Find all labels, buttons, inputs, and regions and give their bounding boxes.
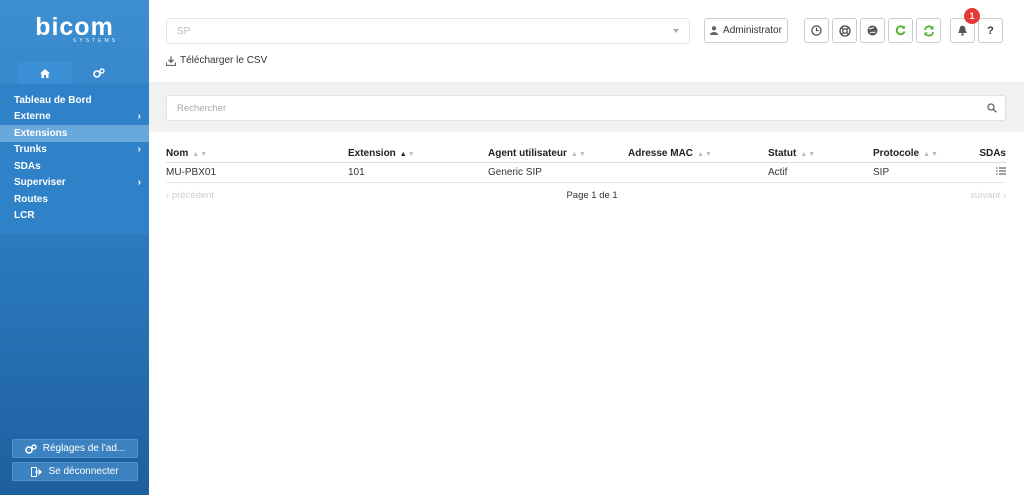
chevron-right-icon: › [137,177,141,189]
sidebar-item-label: Superviser [14,177,66,189]
cell-statut: Actif [768,167,788,178]
column-header-protocole[interactable]: Protocole ▲▼ [873,148,963,159]
reload-button[interactable] [888,18,913,43]
gears-icon [24,443,37,454]
prev-page-label: précédent [171,190,215,201]
column-header-extension[interactable]: Extension ▲▼ [348,148,488,159]
help-button[interactable]: ? [978,18,1003,43]
administrator-button[interactable]: Administrator [704,18,788,43]
sort-asc-icon: ▲▼ [399,151,416,158]
sort-icon: ▲▼ [800,151,817,158]
column-label: Agent utilisateur [488,148,567,159]
next-page-link[interactable]: suivant › [970,190,1006,201]
sidebar-item-sdas[interactable]: SDAs [0,158,149,175]
cell-extension: 101 [348,167,365,178]
sidebar-item-label: Routes [14,193,48,205]
cell-protocole: SIP [873,167,890,178]
sidebar-item-label: SDAs [14,160,41,172]
table-row[interactable]: MU-PBX01 101 Generic SIP Actif SIP [166,163,1006,183]
cell-nom: MU-PBX01 [166,167,217,178]
main-content: SP Administrator 1 ? Télécharger le CSV … [149,0,1024,495]
download-icon [166,56,176,66]
search-input[interactable]: Rechercher [166,95,1006,121]
list-icon[interactable] [996,167,1006,175]
tenant-select[interactable]: SP [166,18,690,44]
sidebar-item-routes[interactable]: Routes [0,191,149,208]
caret-down-icon [673,29,679,33]
clock-icon [811,25,822,36]
sidebar-item-label: Tableau de Bord [14,94,92,106]
administrator-label: Administrator [723,25,782,36]
sidebar: bicom SYSTEMS Tableau de Bord Externe › E… [0,0,149,495]
logo-text: bicom [35,13,114,41]
sidebar-item-lcr[interactable]: LCR [0,208,149,225]
tab-home[interactable] [18,62,72,84]
column-header-nom[interactable]: Nom ▲▼ [166,148,348,159]
bell-icon [958,25,967,36]
sync-icon [923,25,934,36]
column-header-sdas: SDAs [979,148,1006,159]
sidebar-item-trunks[interactable]: Trunks › [0,142,149,159]
sort-icon: ▲▼ [923,151,939,158]
download-csv-label: Télécharger le CSV [180,55,268,66]
search-icon[interactable] [987,103,997,113]
sort-icon: ▲▼ [697,151,713,158]
cell-sdas[interactable] [963,167,1006,178]
column-label: Statut [768,148,797,159]
column-label: Extension [348,148,396,159]
logo: bicom SYSTEMS [0,14,149,44]
cell-agent: Generic SIP [488,167,542,178]
column-label: Adresse MAC [628,148,694,159]
admin-settings-button[interactable]: Réglages de l'ad... [12,439,138,458]
sort-icon: ▲▼ [570,151,587,158]
chevron-right-icon: › [137,144,141,156]
table-header: Nom ▲▼ Extension ▲▼ Agent utilisateur ▲▼ Ad… [166,145,1006,163]
sidebar-item-superviser[interactable]: Superviser › [0,175,149,192]
page-info: Page 1 de 1 [566,190,618,201]
prev-page-link[interactable]: ‹ précédent [166,190,214,201]
sync-button[interactable] [916,18,941,43]
sidebar-item-label: Externe [14,111,51,123]
column-label: Protocole [873,148,920,159]
sort-icon: ▲▼ [192,151,209,158]
column-header-statut[interactable]: Statut ▲▼ [768,148,873,159]
column-header-agent-utilisateur[interactable]: Agent utilisateur ▲▼ [488,148,628,159]
clock-button[interactable] [804,18,829,43]
column-header-adresse-mac[interactable]: Adresse MAC ▲▼ [628,148,768,159]
sidebar-item-label: LCR [14,210,35,222]
admin-settings-label: Réglages de l'ad... [42,443,126,454]
chevron-right-icon: › [137,111,141,123]
sidebar-item-tableau-de-bord[interactable]: Tableau de Bord [0,92,149,109]
home-icon [40,68,50,78]
sidebar-tabs [18,62,126,84]
logout-label: Se déconnecter [48,466,119,477]
tenant-select-value: SP [177,25,191,37]
lifebuoy-icon [838,24,851,37]
top-bar: SP Administrator 1 ? Télécharger le CSV [149,0,1024,82]
next-page-label: suivant [970,190,1001,201]
search-placeholder: Rechercher [177,102,227,114]
notification-badge: 1 [964,8,980,24]
tab-settings[interactable] [72,62,126,84]
refresh-icon [895,25,906,36]
sidebar-item-extensions[interactable]: Extensions [0,125,149,142]
globe-icon [867,25,878,36]
logout-button[interactable]: Se déconnecter [12,462,138,481]
sidebar-nav: Tableau de Bord Externe › Extensions Trun… [0,84,149,234]
user-icon [710,26,719,35]
sidebar-item-externe[interactable]: Externe › [0,109,149,126]
column-label: Nom [166,148,189,159]
extensions-table: Nom ▲▼ Extension ▲▼ Agent utilisateur ▲▼ Ad… [166,145,1006,183]
globe-button[interactable] [860,18,885,43]
support-button[interactable] [832,18,857,43]
download-csv-link[interactable]: Télécharger le CSV [166,55,267,66]
pagination: ‹ précédent Page 1 de 1 suivant › [166,190,1006,201]
sidebar-item-label: Extensions [14,127,68,139]
gears-icon [93,68,105,78]
logo-subtext: SYSTEMS [73,38,118,44]
sidebar-item-label: Trunks [14,144,47,156]
logout-icon [31,466,43,477]
